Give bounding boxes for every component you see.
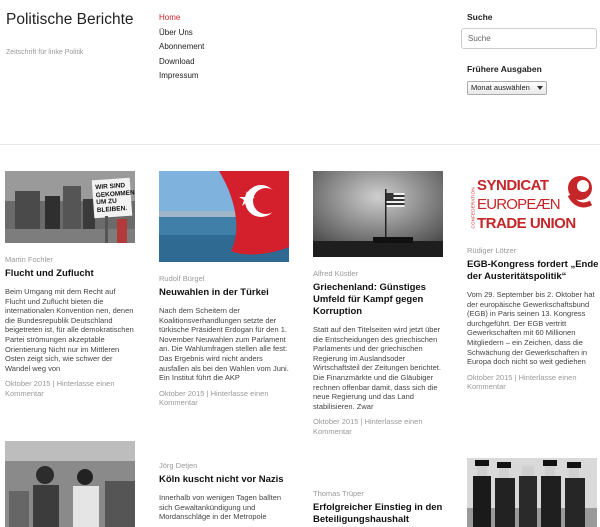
post-excerpt: Statt auf den Titelseiten wird jetzt übe… xyxy=(313,325,441,411)
archive-month-select[interactable]: Monat auswählen xyxy=(467,81,547,95)
nav-item-home[interactable]: Home xyxy=(159,11,204,26)
post-excerpt: Beim Umgang mit dem Recht auf Flucht und… xyxy=(5,287,134,373)
post-card: WIR SIND GEKOMMEN UM ZU BLEIBEN. Martin … xyxy=(5,171,137,399)
post-card: Alfred Küstler Griechenland: Günstiges U… xyxy=(313,171,445,437)
archive-widget-title: Frühere Ausgaben xyxy=(467,64,542,74)
post-meta[interactable]: Oktober 2015 | Hinterlasse einen Komment… xyxy=(467,373,599,392)
post-author[interactable]: Martin Fochler xyxy=(5,255,137,264)
post-title[interactable]: Griechenland: Günstiges Umfeld für Kampf… xyxy=(313,282,445,318)
logo-line-1: SYNDICAT xyxy=(477,177,549,194)
nav-item-download[interactable]: Download xyxy=(159,55,204,70)
logo-line-3: TRADE UNION xyxy=(477,215,576,232)
logo-line-2: EUROPEÆN xyxy=(477,196,561,213)
main-navigation: Home Über Uns Abonnement Download Impres… xyxy=(159,11,204,84)
post-author[interactable]: Jörg Detjen xyxy=(159,461,291,470)
post-thumbnail-people[interactable] xyxy=(5,441,135,527)
post-title[interactable]: Köln kuscht nicht vor Nazis xyxy=(159,474,291,486)
post-card: Jörg Detjen Köln kuscht nicht vor Nazis … xyxy=(159,461,291,522)
nav-item-ueber-uns[interactable]: Über Uns xyxy=(159,26,204,41)
post-thumbnail-etuc-logo[interactable]: CONFEDERATION SYNDICAT EUROPEÆN TRADE UN… xyxy=(467,171,597,237)
post-meta[interactable]: Oktober 2015 | Hinterlasse einen Komment… xyxy=(5,379,137,398)
post-thumbnail-turkey[interactable] xyxy=(159,171,289,262)
post-author[interactable]: Thomas Trüper xyxy=(313,489,445,498)
post-thumbnail-greece[interactable] xyxy=(313,171,443,257)
header-divider xyxy=(0,144,600,145)
post-title[interactable]: Neuwahlen in der Türkei xyxy=(159,287,291,299)
post-author[interactable]: Rüdiger Lötzer xyxy=(467,246,599,255)
post-author[interactable]: Alfred Küstler xyxy=(313,269,445,278)
post-card xyxy=(467,458,599,527)
post-excerpt: Vom 29. September bis 2. Oktober hat der… xyxy=(467,290,595,367)
post-title[interactable]: Flucht und Zuflucht xyxy=(5,268,137,280)
post-meta[interactable]: Oktober 2015 | Hinterlasse einen Komment… xyxy=(313,417,445,436)
logo-side-text: CONFEDERATION xyxy=(470,187,476,229)
post-title[interactable]: EGB-Kongress fordert „Ende der Austeritä… xyxy=(467,259,599,283)
post-card xyxy=(5,441,137,527)
post-thumbnail-historic[interactable] xyxy=(467,458,597,527)
search-widget-title: Suche xyxy=(467,12,493,22)
nav-item-abonnement[interactable]: Abonnement xyxy=(159,40,204,55)
post-thumbnail-refugees[interactable]: WIR SIND GEKOMMEN UM ZU BLEIBEN. xyxy=(5,171,135,243)
site-description: Zeitschrift für linke Politik xyxy=(6,49,84,56)
post-card: Rudolf Bürgel Neuwahlen in der Türkei Na… xyxy=(159,171,291,408)
post-card: CONFEDERATION SYNDICAT EUROPEÆN TRADE UN… xyxy=(467,171,599,392)
logo-emblem-icon xyxy=(567,176,593,208)
post-author[interactable]: Rudolf Bürgel xyxy=(159,274,291,283)
site-title[interactable]: Politische Berichte xyxy=(6,11,136,28)
post-excerpt: Nach dem Scheitern der Koalitionsverhand… xyxy=(159,306,289,383)
post-excerpt: Innerhalb von wenigen Tagen ballten sich… xyxy=(159,493,282,522)
search-input[interactable]: Suche xyxy=(461,28,597,49)
protest-sign-text: WIR SIND GEKOMMEN UM ZU BLEIBEN. xyxy=(94,182,135,214)
archive-select-value: Monat auswählen xyxy=(471,83,530,92)
post-card: Thomas Trüper Erfolgreicher Einstieg in … xyxy=(313,489,445,526)
chevron-down-icon xyxy=(537,86,543,90)
nav-item-impressum[interactable]: Impressum xyxy=(159,69,204,84)
post-title[interactable]: Erfolgreicher Einstieg in den Beteiligun… xyxy=(313,502,445,526)
post-meta[interactable]: Oktober 2015 | Hinterlasse einen Komment… xyxy=(159,389,291,408)
